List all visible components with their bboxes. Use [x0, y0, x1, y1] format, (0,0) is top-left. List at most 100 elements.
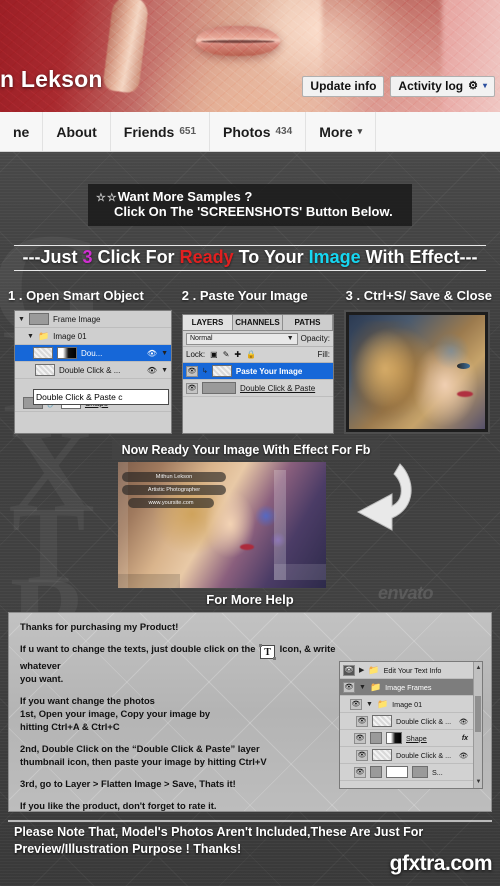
nav-item-more[interactable]: More ▾ [306, 112, 377, 151]
gear-icon[interactable]: ⚙ [468, 79, 478, 93]
layer-thumbnail[interactable] [370, 732, 382, 744]
chevron-down-icon[interactable]: ▼ [287, 335, 294, 342]
portrait-hair [351, 321, 429, 429]
fx-icon[interactable]: fx [462, 735, 468, 742]
blend-mode-select[interactable]: Normal ▼ [186, 332, 298, 345]
layer-label: Shape [406, 733, 427, 743]
disclosure-triangle-icon[interactable]: ▼ [366, 701, 373, 708]
disclosure-triangle-icon[interactable]: ▼ [359, 684, 366, 691]
clipping-mask-icon: ↳ [202, 368, 208, 375]
nav-item-timeline[interactable]: ne [0, 112, 44, 151]
update-info-button[interactable]: Update info [302, 76, 385, 97]
layers-panel-step2[interactable]: LAYERS CHANNELS PATHS Normal ▼ Opacity: … [182, 314, 334, 434]
panel-tabs: LAYERS CHANNELS PATHS [183, 315, 333, 331]
tab-channels[interactable]: CHANNELS [233, 315, 283, 330]
layer-row-double-click-2[interactable]: 👁 Double Click & ... 👁 ▼ [340, 747, 482, 764]
help-paragraph-3a: If you want change the photos [20, 695, 155, 706]
eye-icon[interactable]: 👁 [343, 681, 355, 693]
nav-item-friends[interactable]: Friends 651 [111, 112, 211, 151]
blend-mode-bar: Normal ▼ Opacity: [183, 331, 333, 347]
chevron-down-icon[interactable]: ▼ [161, 367, 168, 374]
tab-layers[interactable]: LAYERS [183, 315, 233, 330]
layer-row-double-click-paste[interactable]: 👁 Double Click & Paste [183, 380, 333, 397]
layer-mask-thumbnail[interactable] [386, 732, 402, 744]
layers-panel-reference[interactable]: 👁 ▶ 📁 Edit Your Text Info 👁 ▼ 📁 Image Fr… [339, 661, 483, 789]
layer-thumbnail[interactable] [370, 766, 382, 778]
gfxtra-watermark: gfxtra.com [389, 852, 493, 875]
nav-item-about[interactable]: About [43, 112, 111, 151]
portrait-lip [457, 391, 473, 397]
layer-label: Edit Your Text Info [383, 665, 442, 675]
smart-object-thumbnail-icon[interactable] [211, 365, 232, 377]
layers-panel-step1[interactable]: ▼ Frame Image ▼ 📁 Image 01 Dou... 👁 ▼ Do… [14, 310, 172, 434]
layer-row-edit-your-text-info[interactable]: 👁 ▶ 📁 Edit Your Text Info [340, 662, 482, 679]
eye-icon[interactable]: 👁 [354, 732, 366, 744]
eye-icon[interactable]: 👁 [343, 664, 355, 676]
layer-row-shape-fx[interactable]: 👁 Shape fx ▼ [340, 730, 482, 747]
chevron-down-icon[interactable]: ▾ [483, 79, 487, 93]
eye-icon[interactable]: 👁 [147, 366, 157, 375]
eye-icon[interactable]: 👁 [147, 349, 157, 358]
smart-object-thumbnail-icon[interactable] [35, 364, 55, 376]
eye-icon[interactable]: 👁 [350, 698, 362, 710]
eye-icon[interactable]: 👁 [356, 715, 368, 727]
layer-row-image-frames[interactable]: 👁 ▼ 📁 Image Frames [340, 679, 482, 696]
step-label-2: 2 . Paste Your Image [181, 288, 308, 303]
layer-name-edit-field[interactable]: Double Click & Paste c [33, 389, 169, 405]
layer-row-frame-image[interactable]: ▼ Frame Image [15, 311, 171, 328]
layer-row-double-click-1[interactable]: 👁 Double Click & ... 👁 ▼ [340, 713, 482, 730]
nav-label-about: About [56, 123, 97, 140]
headline-part-2: Click For [92, 247, 180, 267]
layer-row-double-click-paste[interactable]: Double Click & ... 👁 ▼ [15, 362, 171, 379]
shape-thumbnail[interactable] [386, 766, 408, 778]
lock-position-move-icon[interactable]: ✚ [234, 350, 241, 359]
eye-icon[interactable]: 👁 [354, 766, 366, 778]
footer-line-2: Preview/Illustration Purpose ! Thanks! [14, 842, 242, 856]
scroll-down-arrow-icon[interactable]: ▼ [475, 778, 482, 786]
layer-row-shape-2[interactable]: 👁 S... [340, 764, 482, 781]
disclosure-triangle-icon[interactable]: ▼ [18, 316, 25, 323]
lock-image-brush-icon[interactable]: ✎ [223, 350, 230, 359]
nav-label-more: More [319, 123, 353, 140]
layer-thumbnail [28, 313, 49, 325]
layer-mask-thumbnail[interactable] [57, 347, 77, 359]
eye-icon[interactable]: 👁 [186, 382, 198, 394]
smart-object-thumbnail-icon[interactable] [33, 347, 53, 359]
lock-all-padlock-icon[interactable]: 🔒 [246, 350, 256, 359]
layer-row-paste-your-image[interactable]: 👁 ↳ Paste Your Image [183, 363, 333, 380]
chevron-down-icon[interactable]: ▼ [161, 350, 168, 357]
result-lip [240, 544, 254, 550]
smart-object-thumbnail-icon[interactable] [372, 749, 392, 761]
layer-mask-thumbnail[interactable] [412, 766, 428, 778]
eye-icon[interactable]: 👁 [459, 717, 468, 726]
disclosure-triangle-icon[interactable]: ▼ [27, 333, 34, 340]
activity-log-button[interactable]: Activity log ⚙ ▾ [390, 76, 495, 97]
layer-thumbnail[interactable] [202, 382, 236, 394]
scroll-up-arrow-icon[interactable]: ▲ [475, 664, 482, 672]
layer-label: Dou... [81, 348, 103, 358]
samples-line-2: Click On The 'SCREENSHOTS' Button Below. [114, 204, 393, 219]
profile-nav-bar: ne About Friends 651 Photos 434 More ▾ [0, 112, 500, 152]
eye-icon[interactable]: 👁 [186, 365, 198, 377]
disclosure-triangle-icon[interactable]: ▶ [359, 666, 364, 674]
tab-paths[interactable]: PATHS [283, 315, 333, 330]
eye-icon[interactable]: 👁 [356, 749, 368, 761]
help-paragraph-4b: thumbnail icon, then paste your image by… [20, 756, 267, 767]
smart-object-thumbnail-icon[interactable] [372, 715, 392, 727]
layers-panel-scrollbar[interactable]: ▲ ▼ [473, 662, 482, 788]
profile-name: n Lekson [0, 66, 103, 92]
help-text-block: Thanks for purchasing my Product! If u w… [20, 620, 338, 811]
layer-row-selected-double-click[interactable]: Dou... 👁 ▼ [15, 345, 171, 362]
for-more-help-label: For More Help [206, 592, 294, 607]
fill-label: Fill: [317, 350, 330, 359]
layer-label: Image Frames [385, 682, 432, 692]
nav-item-photos[interactable]: Photos 434 [210, 112, 307, 151]
scrollbar-thumb[interactable] [475, 696, 481, 732]
help-paragraph-6: If you like the product, don't forget to… [20, 800, 217, 811]
layer-row-image-01[interactable]: 👁 ▼ 📁 Image 01 [340, 696, 482, 713]
layer-row-image-01[interactable]: ▼ 📁 Image 01 [15, 328, 171, 345]
headline-part-3: To Your [233, 247, 309, 267]
help-paragraph-2c: you want. [20, 673, 64, 684]
lock-transparency-icon[interactable]: ▣ [210, 350, 218, 359]
eye-icon[interactable]: 👁 [459, 751, 468, 760]
